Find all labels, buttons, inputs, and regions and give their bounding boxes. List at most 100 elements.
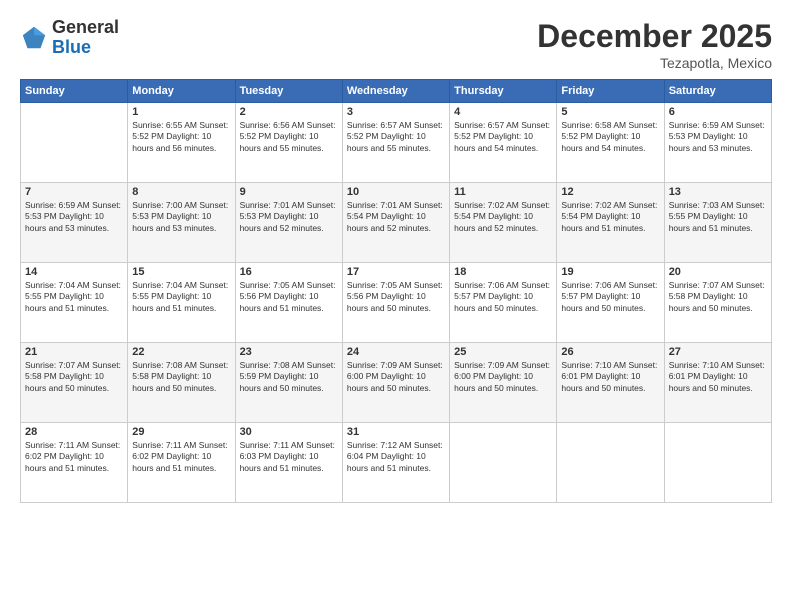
day-number: 5: [561, 106, 659, 118]
day-number: 1: [132, 106, 230, 118]
day-number: 27: [669, 346, 767, 358]
day-number: 12: [561, 186, 659, 198]
location: Tezapotla, Mexico: [537, 55, 772, 71]
day-info: Sunrise: 7:03 AM Sunset: 5:55 PM Dayligh…: [669, 200, 767, 234]
day-info: Sunrise: 7:09 AM Sunset: 6:00 PM Dayligh…: [454, 360, 552, 394]
day-number: 10: [347, 186, 445, 198]
day-cell: 22Sunrise: 7:08 AM Sunset: 5:58 PM Dayli…: [128, 343, 235, 423]
day-cell: 23 Sunrise: 7:08 AM Sunset: 5:59 PM Dayli…: [235, 343, 342, 423]
day-cell: 12 Sunrise: 7:02 AM Sunset: 5:54 PM Dayli…: [557, 183, 664, 263]
day-info: Sunrise: 7:08 AM Sunset: 5:59 PM Dayligh…: [240, 360, 338, 394]
day-number: 29: [132, 426, 230, 438]
day-cell: 30 Sunrise: 7:11 AM Sunset: 6:03 PM Dayli…: [235, 423, 342, 503]
day-number: 6: [669, 106, 767, 118]
day-info: Sunrise: 7:12 AM Sunset: 6:04 PM Dayligh…: [347, 440, 445, 474]
day-cell: 7Sunrise: 6:59 AM Sunset: 5:53 PM Daylig…: [21, 183, 128, 263]
week-row-4: 21 Sunrise: 7:07 AM Sunset: 5:58 PM Dayli…: [21, 343, 772, 423]
logo-blue-label: Blue: [52, 38, 119, 58]
day-info: Sunrise: 6:57 AM Sunset: 5:52 PM Dayligh…: [454, 120, 552, 154]
day-number: 15: [132, 266, 230, 278]
day-cell: 29 Sunrise: 7:11 AM Sunset: 6:02 PM Dayli…: [128, 423, 235, 503]
day-info: Sunrise: 7:07 AM Sunset: 5:58 PM Dayligh…: [25, 360, 123, 394]
day-cell: 18 Sunrise: 7:06 AM Sunset: 5:57 PM Dayli…: [450, 263, 557, 343]
day-info: Sunrise: 7:09 AM Sunset: 6:00 PM Dayligh…: [347, 360, 445, 394]
day-info: Sunrise: 7:10 AM Sunset: 6:01 PM Dayligh…: [669, 360, 767, 394]
calendar-table: SundayMondayTuesdayWednesdayThursdayFrid…: [20, 79, 772, 503]
logo-text: General Blue: [52, 18, 119, 58]
day-info: Sunrise: 6:56 AM Sunset: 5:52 PM Dayligh…: [240, 120, 338, 154]
header-cell-thursday: Thursday: [450, 80, 557, 103]
day-number: 19: [561, 266, 659, 278]
day-number: 31: [347, 426, 445, 438]
day-number: 17: [347, 266, 445, 278]
day-number: 22: [132, 346, 230, 358]
day-cell: 2 Sunrise: 6:56 AM Sunset: 5:52 PM Daylig…: [235, 103, 342, 183]
day-number: 13: [669, 186, 767, 198]
day-cell: 14Sunrise: 7:04 AM Sunset: 5:55 PM Dayli…: [21, 263, 128, 343]
day-info: Sunrise: 7:11 AM Sunset: 6:02 PM Dayligh…: [25, 440, 123, 474]
week-row-3: 14 Sunrise: 7:04 AM Sunset: 5:55 PM Dayli…: [21, 263, 772, 343]
header-cell-wednesday: Wednesday: [342, 80, 449, 103]
day-info: Sunrise: 7:10 AM Sunset: 6:01 PM Dayligh…: [561, 360, 659, 394]
header-row: SundayMondayTuesdayWednesdayThursdayFrid…: [21, 80, 772, 103]
week-row-1: 1 Sunrise: 6:55 AM Sunset: 5:52 PM Daylig…: [21, 103, 772, 183]
day-cell: 21 Sunrise: 7:07 AM Sunset: 5:58 PM Dayli…: [21, 343, 128, 423]
day-cell: 28Sunrise: 7:11 AM Sunset: 6:02 PM Dayli…: [21, 423, 128, 503]
month-title: December 2025: [537, 18, 772, 55]
day-info: Sunrise: 7:11 AM Sunset: 6:02 PM Dayligh…: [132, 440, 230, 474]
day-info: Sunrise: 7:02 AM Sunset: 5:54 PM Dayligh…: [561, 200, 659, 234]
header-cell-saturday: Saturday: [664, 80, 771, 103]
day-number: 16: [240, 266, 338, 278]
day-cell: 26 Sunrise: 7:10 AM Sunset: 6:01 PM Dayli…: [557, 343, 664, 423]
calendar-header: SundayMondayTuesdayWednesdayThursdayFrid…: [21, 80, 772, 103]
day-number: 3: [347, 106, 445, 118]
day-cell: 9Sunrise: 7:01 AM Sunset: 5:53 PM Daylig…: [235, 183, 342, 263]
day-info: Sunrise: 7:07 AM Sunset: 5:58 PM Dayligh…: [669, 280, 767, 314]
day-number: 30: [240, 426, 338, 438]
logo-general-label: General: [52, 18, 119, 38]
day-info: Sunrise: 6:59 AM Sunset: 5:53 PM Dayligh…: [669, 120, 767, 154]
day-info: Sunrise: 7:11 AM Sunset: 6:03 PM Dayligh…: [240, 440, 338, 474]
day-cell: 11 Sunrise: 7:02 AM Sunset: 5:54 PM Dayli…: [450, 183, 557, 263]
logo-icon: [20, 24, 48, 52]
week-row-5: 28Sunrise: 7:11 AM Sunset: 6:02 PM Dayli…: [21, 423, 772, 503]
day-info: Sunrise: 7:01 AM Sunset: 5:54 PM Dayligh…: [347, 200, 445, 234]
day-cell: 8 Sunrise: 7:00 AM Sunset: 5:53 PM Daylig…: [128, 183, 235, 263]
day-number: 8: [132, 186, 230, 198]
day-cell: 31 Sunrise: 7:12 AM Sunset: 6:04 PM Dayli…: [342, 423, 449, 503]
day-info: Sunrise: 7:04 AM Sunset: 5:55 PM Dayligh…: [132, 280, 230, 314]
day-cell: 16 Sunrise: 7:05 AM Sunset: 5:56 PM Dayli…: [235, 263, 342, 343]
day-cell: [557, 423, 664, 503]
day-cell: 1 Sunrise: 6:55 AM Sunset: 5:52 PM Daylig…: [128, 103, 235, 183]
day-number: 23: [240, 346, 338, 358]
day-number: 4: [454, 106, 552, 118]
week-row-2: 7Sunrise: 6:59 AM Sunset: 5:53 PM Daylig…: [21, 183, 772, 263]
day-number: 21: [25, 346, 123, 358]
day-number: 20: [669, 266, 767, 278]
day-number: 11: [454, 186, 552, 198]
day-cell: [450, 423, 557, 503]
day-cell: 5Sunrise: 6:58 AM Sunset: 5:52 PM Daylig…: [557, 103, 664, 183]
calendar-body: 1 Sunrise: 6:55 AM Sunset: 5:52 PM Daylig…: [21, 103, 772, 503]
day-cell: 20 Sunrise: 7:07 AM Sunset: 5:58 PM Dayli…: [664, 263, 771, 343]
page: General Blue December 2025 Tezapotla, Me…: [0, 0, 792, 612]
day-cell: 24Sunrise: 7:09 AM Sunset: 6:00 PM Dayli…: [342, 343, 449, 423]
header: General Blue December 2025 Tezapotla, Me…: [20, 18, 772, 71]
header-cell-monday: Monday: [128, 80, 235, 103]
day-info: Sunrise: 7:05 AM Sunset: 5:56 PM Dayligh…: [240, 280, 338, 314]
day-number: 2: [240, 106, 338, 118]
day-info: Sunrise: 7:02 AM Sunset: 5:54 PM Dayligh…: [454, 200, 552, 234]
day-number: 18: [454, 266, 552, 278]
day-info: Sunrise: 6:59 AM Sunset: 5:53 PM Dayligh…: [25, 200, 123, 234]
day-info: Sunrise: 7:06 AM Sunset: 5:57 PM Dayligh…: [561, 280, 659, 314]
day-cell: 4 Sunrise: 6:57 AM Sunset: 5:52 PM Daylig…: [450, 103, 557, 183]
day-number: 14: [25, 266, 123, 278]
day-cell: [21, 103, 128, 183]
day-info: Sunrise: 7:01 AM Sunset: 5:53 PM Dayligh…: [240, 200, 338, 234]
day-cell: 17Sunrise: 7:05 AM Sunset: 5:56 PM Dayli…: [342, 263, 449, 343]
day-info: Sunrise: 6:55 AM Sunset: 5:52 PM Dayligh…: [132, 120, 230, 154]
day-number: 26: [561, 346, 659, 358]
day-info: Sunrise: 7:00 AM Sunset: 5:53 PM Dayligh…: [132, 200, 230, 234]
day-info: Sunrise: 7:06 AM Sunset: 5:57 PM Dayligh…: [454, 280, 552, 314]
day-cell: 13 Sunrise: 7:03 AM Sunset: 5:55 PM Dayli…: [664, 183, 771, 263]
